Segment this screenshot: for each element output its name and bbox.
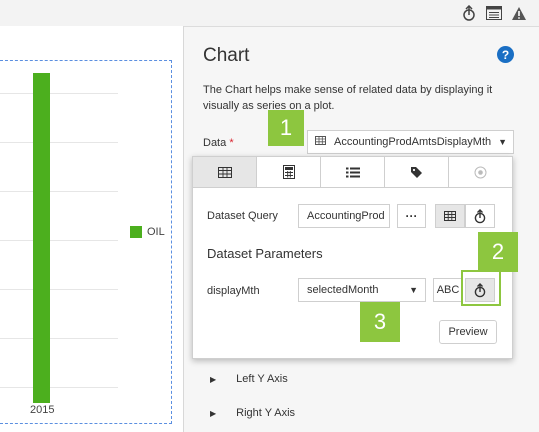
tab-calculator[interactable]: [257, 157, 321, 187]
chart-component[interactable]: 2015 OIL: [0, 60, 172, 424]
panel-description: The Chart helps make sense of related da…: [203, 84, 493, 112]
preview-button[interactable]: Preview: [439, 320, 497, 344]
legend-label: OIL: [147, 226, 165, 238]
left-y-axis-item[interactable]: ▶ Left Y Axis: [210, 373, 288, 385]
x-tick-label: 2015: [30, 404, 55, 416]
chevron-down-icon: ▼: [409, 285, 418, 295]
tab-disabled: [449, 157, 512, 187]
tab-list[interactable]: [321, 157, 385, 187]
data-source-popup: Dataset Query AccountingProd ··· Dataset…: [192, 156, 513, 359]
dataset-query-label: Dataset Query: [207, 210, 278, 222]
binding-icon: [474, 208, 486, 223]
callout-highlight-2: [461, 270, 501, 306]
param-name-label: displayMth: [207, 285, 260, 297]
binding-icon[interactable]: [460, 4, 478, 22]
chevron-down-icon: ▼: [498, 137, 507, 147]
design-canvas: 2015 OIL: [0, 26, 183, 432]
legend-item-oil: OIL: [130, 226, 165, 238]
string-type-button[interactable]: ABC: [433, 278, 463, 302]
tab-tag[interactable]: [385, 157, 449, 187]
table-icon: [315, 136, 326, 148]
expand-arrow-icon: ▶: [210, 374, 217, 384]
expand-arrow-icon: ▶: [210, 408, 217, 418]
source-tabs: [193, 157, 512, 188]
radio-icon: [474, 166, 487, 178]
more-button[interactable]: ···: [397, 204, 426, 228]
table-icon: [444, 211, 456, 221]
data-label: Data *: [203, 137, 234, 149]
legend-swatch: [130, 226, 142, 238]
panel-title: Chart: [203, 45, 250, 66]
grid-line: [0, 93, 118, 94]
list-icon[interactable]: [485, 4, 503, 22]
bar-2015: [33, 73, 50, 403]
data-select-value: AccountingProdAmtsDisplayMth: [334, 136, 492, 148]
help-icon[interactable]: ?: [497, 46, 514, 63]
grid-line: [0, 142, 118, 143]
callout-marker-3: 3: [360, 302, 400, 342]
table-mode-button[interactable]: [435, 204, 465, 228]
dataset-query-field[interactable]: AccountingProd: [298, 204, 390, 228]
required-marker: *: [229, 137, 234, 149]
grid-line: [0, 191, 118, 192]
grid-line: [0, 289, 118, 290]
tag-icon: [411, 166, 422, 178]
warning-icon[interactable]: [510, 4, 528, 22]
table-icon: [217, 166, 232, 178]
list-icon: [345, 167, 360, 177]
grid-line: [0, 387, 118, 388]
calculator-icon: [282, 165, 295, 179]
callout-marker-2: 2: [478, 232, 518, 272]
callout-marker-1: 1: [268, 110, 304, 146]
param-value-select[interactable]: selectedMonth ▼: [298, 278, 426, 302]
grid-line: [0, 240, 118, 241]
binding-mode-button[interactable]: [465, 204, 495, 228]
dataset-parameters-title: Dataset Parameters: [207, 246, 323, 261]
tab-dataset[interactable]: [193, 157, 257, 187]
right-y-axis-item[interactable]: ▶ Right Y Axis: [210, 407, 295, 419]
data-select[interactable]: AccountingProdAmtsDisplayMth ▼: [307, 130, 514, 154]
top-toolbar: [0, 0, 539, 27]
grid-line: [0, 338, 118, 339]
